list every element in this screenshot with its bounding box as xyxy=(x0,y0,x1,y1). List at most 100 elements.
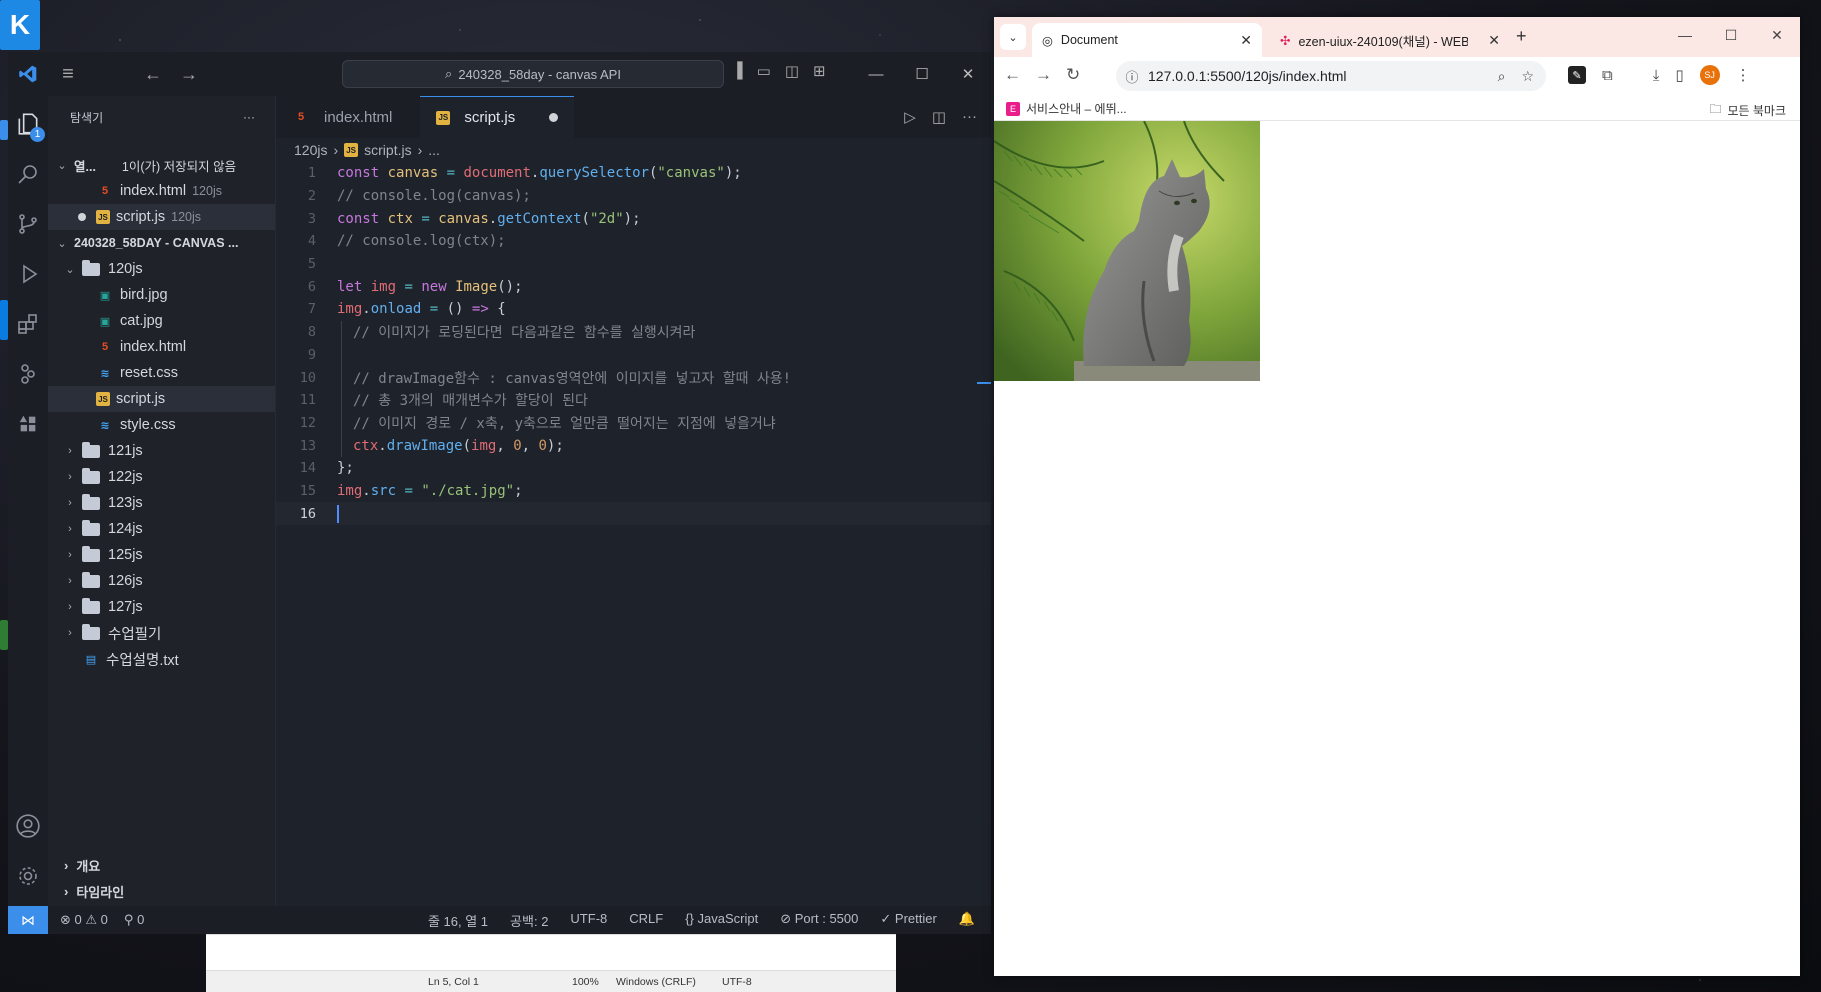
open-editor-item[interactable]: JS script.js 120js xyxy=(48,204,275,230)
menu-icon[interactable]: ≡ xyxy=(48,52,88,96)
zoom-icon[interactable]: ⌕ xyxy=(1498,68,1506,85)
minimize-icon[interactable]: — xyxy=(1662,17,1708,53)
prettier-status[interactable]: ✓ Prettier xyxy=(880,911,936,930)
workspace-header[interactable]: ⌄ 240328_58DAY - CANVAS ... xyxy=(48,230,275,256)
code-line: 14 }; xyxy=(276,457,991,480)
ports-indicator[interactable]: ⚲ 0 xyxy=(124,912,144,928)
live-server-port[interactable]: ⊘ Port : 5500 xyxy=(780,911,858,930)
tab-index-html[interactable]: 5 index.html xyxy=(276,96,408,138)
forward-arrow-icon[interactable]: → xyxy=(180,64,198,85)
side-panel-icon[interactable]: ▯ xyxy=(1675,66,1683,84)
profile-avatar[interactable]: SJ xyxy=(1699,65,1720,85)
code-line: 11 // 총 3개의 매개변수가 할당이 된다 xyxy=(276,388,991,412)
back-arrow-icon[interactable]: ← xyxy=(1004,65,1021,85)
scrollbar-marker[interactable] xyxy=(977,382,991,384)
breadcrumb-more[interactable]: ... xyxy=(428,142,440,158)
command-center-search[interactable]: ⌕ 240328_58day - canvas API xyxy=(342,60,724,88)
tree-folder[interactable]: › 125js xyxy=(48,542,275,568)
tree-file[interactable]: ▣ bird.jpg xyxy=(48,282,275,308)
breadcrumb-file[interactable]: script.js xyxy=(364,142,411,158)
toggle-panel-icon[interactable]: ▭ xyxy=(757,62,771,80)
tree-folder[interactable]: › 수업필기 xyxy=(48,620,275,646)
code-line: 7 img.onload = () => { xyxy=(276,298,991,321)
all-bookmarks[interactable]: 🗀 모든 북마크 xyxy=(1709,100,1786,121)
tree-folder[interactable]: › 123js xyxy=(48,490,275,516)
tab-search-chevron-icon[interactable]: ⌄ xyxy=(1000,24,1026,50)
tree-file[interactable]: JS script.js xyxy=(48,386,275,412)
explorer-icon[interactable]: 1 xyxy=(8,100,48,148)
timeline-section[interactable]: › 타임라인 xyxy=(48,878,275,904)
split-editor-icon[interactable]: ◫ xyxy=(932,108,946,126)
toggle-sidebar-icon[interactable]: ▐ xyxy=(732,62,743,80)
run-debug-icon[interactable] xyxy=(8,250,48,298)
new-tab-icon[interactable]: + xyxy=(1516,26,1527,47)
more-menu-icon[interactable]: ⋮ xyxy=(1736,66,1751,84)
chevron-down-icon: ⌄ xyxy=(65,263,75,276)
run-icon[interactable]: ▷ xyxy=(904,108,916,126)
indentation[interactable]: 공백: 2 xyxy=(510,911,548,930)
extensions-icon[interactable] xyxy=(8,300,48,348)
reload-icon[interactable]: ↻ xyxy=(1066,65,1080,85)
tree-folder[interactable]: › 122js xyxy=(48,464,275,490)
remote-icon[interactable]: ⋈ xyxy=(8,906,48,934)
more-actions-icon[interactable]: ··· xyxy=(962,108,977,126)
unsaved-dot-icon[interactable] xyxy=(549,113,559,122)
double-check-icon: ✓ xyxy=(880,910,892,926)
url-text[interactable]: 127.0.0.1:5500/120js/index.html xyxy=(1148,68,1346,84)
problems-indicator[interactable]: ⊗ 0 ⚠ 0 xyxy=(60,912,108,928)
chevron-right-icon: › xyxy=(68,627,72,639)
tree-file[interactable]: ≋ reset.css xyxy=(48,360,275,386)
source-control-icon[interactable] xyxy=(8,200,48,248)
close-tab-icon[interactable]: ✕ xyxy=(1240,32,1252,49)
tree-file[interactable]: ▣ cat.jpg xyxy=(48,308,275,334)
open-editor-item[interactable]: 5 index.html 120js xyxy=(48,178,275,204)
bookmark-star-icon[interactable]: ☆ xyxy=(1521,68,1534,85)
testing-icon[interactable] xyxy=(8,400,48,448)
close-icon[interactable]: ✕ xyxy=(1754,17,1800,53)
code-editor[interactable]: 1 const canvas = document.querySelector(… xyxy=(276,162,991,525)
site-info-icon[interactable]: ⓘ xyxy=(1116,67,1148,86)
bell-icon[interactable]: 🔔 xyxy=(959,911,975,930)
extension-pen-icon[interactable]: ✎ xyxy=(1568,66,1586,84)
close-tab-icon[interactable]: ✕ xyxy=(1488,32,1500,49)
end-of-line[interactable]: CRLF xyxy=(629,911,663,930)
minimize-icon[interactable]: — xyxy=(853,52,899,96)
forward-arrow-icon[interactable]: → xyxy=(1035,65,1052,85)
tree-folder[interactable]: ⌄ 120js xyxy=(48,256,275,282)
cursor-position[interactable]: 줄 16, 열 1 xyxy=(428,911,488,930)
desktop-icon-strip xyxy=(0,120,8,140)
tree-folder[interactable]: › 121js xyxy=(48,438,275,464)
close-icon[interactable]: ✕ xyxy=(945,52,991,96)
address-bar[interactable]: ⓘ 127.0.0.1:5500/120js/index.html ⌕ ☆ xyxy=(1116,61,1546,91)
extensions-puzzle-icon[interactable]: ⧉ xyxy=(1602,67,1613,84)
tree-folder[interactable]: › 124js xyxy=(48,516,275,542)
code-text: let img = new Image(); xyxy=(337,278,523,295)
tree-folder[interactable]: › 127js xyxy=(48,594,275,620)
tree-file[interactable]: ▤ 수업설명.txt xyxy=(48,646,275,672)
settings-gear-icon[interactable] xyxy=(8,852,48,900)
browser-tab-document[interactable]: ◎ Document ✕ xyxy=(1032,23,1262,57)
toggle-secondary-sidebar-icon[interactable]: ◫ xyxy=(785,62,799,80)
tree-folder[interactable]: › 126js xyxy=(48,568,275,594)
download-icon[interactable]: ⤓ xyxy=(1653,67,1660,84)
bookmark-item[interactable]: E 서비스안내 – 에뛰... xyxy=(1006,100,1127,117)
outline-section[interactable]: › 개요 xyxy=(48,852,275,878)
browser-tab-slack[interactable]: ✣ ezen-uiux-240109(채널) - WEB ✕ xyxy=(1270,23,1510,57)
customize-layout-icon[interactable]: ⊞ xyxy=(813,62,826,80)
back-arrow-icon[interactable]: ← xyxy=(144,64,162,85)
maximize-icon[interactable]: ☐ xyxy=(1708,17,1754,53)
accounts-icon[interactable] xyxy=(8,802,48,850)
remote-explorer-icon[interactable] xyxy=(8,350,48,398)
tab-script-js[interactable]: JS script.js xyxy=(420,96,575,138)
search-icon[interactable] xyxy=(8,150,48,198)
maximize-icon[interactable]: ☐ xyxy=(899,52,945,96)
breadcrumb-folder[interactable]: 120js xyxy=(294,142,327,158)
more-actions-icon[interactable]: ··· xyxy=(243,110,255,124)
tree-item-label: cat.jpg xyxy=(120,313,163,329)
encoding[interactable]: UTF-8 xyxy=(570,911,607,930)
language-mode[interactable]: {} JavaScript xyxy=(685,911,758,930)
tree-file[interactable]: 5 index.html xyxy=(48,334,275,360)
open-editors-header[interactable]: ⌄ 열... 1이(가) 저장되지 않음 xyxy=(48,152,275,178)
tree-file[interactable]: ≋ style.css xyxy=(48,412,275,438)
tab-title: Document xyxy=(1060,33,1118,47)
